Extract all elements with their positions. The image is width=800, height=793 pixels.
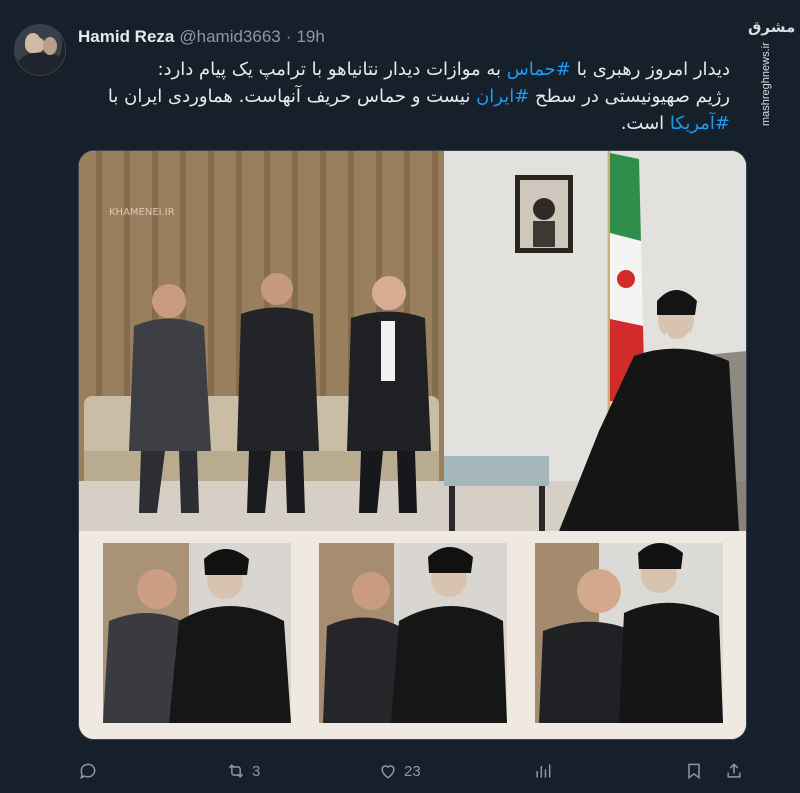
heart-icon xyxy=(381,765,395,779)
media-photo: KHAMENEI.IR xyxy=(79,151,746,739)
tweet-text-segment: به موازات دیدار نتانیاهو با ترامپ یک پیا… xyxy=(157,59,507,80)
reply-icon xyxy=(80,763,96,780)
author-name[interactable]: Hamid Reza xyxy=(78,27,174,47)
watermark-logo: مشرق xyxy=(748,18,796,36)
tweet-text-segment: دیدار امروز رهبری با xyxy=(570,59,730,80)
tweet-text-segment: است. xyxy=(620,113,670,134)
like-button[interactable]: 23 xyxy=(378,758,421,784)
tweet-text-segment: نیست و حماس حریف آنهاست. هماوردی ایران ب… xyxy=(107,86,477,107)
media-watermark: KHAMENEI.IR xyxy=(109,207,175,218)
bookmark-icon xyxy=(688,763,700,780)
action-bar: 3 23 xyxy=(78,758,748,786)
tweet-text-segment: رژیم صهیونیستی در سطح xyxy=(529,86,730,107)
avatar[interactable] xyxy=(14,24,66,76)
watermark: مشرق mashreghnews.ir xyxy=(748,6,796,126)
like-count: 23 xyxy=(404,762,421,780)
watermark-url: mashreghnews.ir xyxy=(760,42,772,126)
author-handle[interactable]: @hamid3663 xyxy=(179,27,280,47)
retweet-icon xyxy=(228,764,244,778)
views-button[interactable] xyxy=(533,758,553,784)
reply-button[interactable] xyxy=(78,758,98,784)
tweet[interactable]: Hamid Reza @hamid3663 · 19h مشرق mashreg… xyxy=(0,0,800,793)
views-icon xyxy=(536,764,551,778)
tweet-header: Hamid Reza @hamid3663 · 19h xyxy=(78,27,325,47)
hashtag-link[interactable]: #آمریکا xyxy=(670,113,730,134)
separator: · xyxy=(285,27,292,46)
hashtag-link[interactable]: #حماس xyxy=(507,59,571,80)
tweet-media[interactable]: KHAMENEI.IR xyxy=(78,150,747,740)
tweet-text: دیدار امروز رهبری با #حماس به موازات دید… xyxy=(80,56,730,137)
retweet-count: 3 xyxy=(252,762,261,780)
bookmark-button[interactable] xyxy=(684,758,704,784)
timestamp[interactable]: 19h xyxy=(296,27,324,47)
share-button[interactable] xyxy=(724,758,744,784)
share-icon xyxy=(727,763,741,778)
retweet-button[interactable]: 3 xyxy=(226,758,260,784)
hashtag-link[interactable]: #ایران xyxy=(476,86,529,107)
